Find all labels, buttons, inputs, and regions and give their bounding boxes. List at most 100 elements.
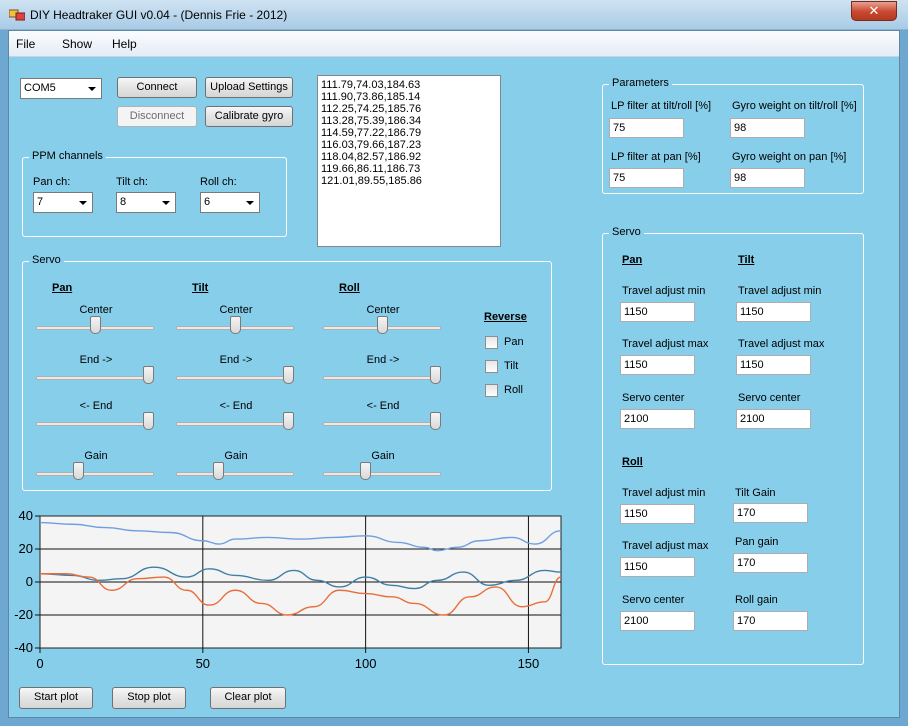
- tilt-gain-label: Tilt Gain: [735, 487, 776, 499]
- tilt-slider[interactable]: [176, 462, 294, 482]
- y-tick-label: 40: [19, 508, 33, 523]
- tilt-slider-label: Center: [219, 304, 253, 316]
- roll-channel-select[interactable]: 6: [200, 192, 260, 213]
- slider-thumb[interactable]: [360, 462, 371, 480]
- pan-servo-center-label: Servo center: [622, 392, 685, 404]
- start-plot-button[interactable]: Start plot: [19, 687, 93, 709]
- slider-thumb[interactable]: [143, 366, 154, 384]
- slider-thumb[interactable]: [283, 412, 294, 430]
- x-tick-label: 0: [36, 656, 43, 671]
- upload-settings-button[interactable]: Upload Settings: [205, 77, 293, 98]
- pan-slider[interactable]: [36, 366, 154, 386]
- pan-channel-select[interactable]: 7: [33, 192, 93, 213]
- gyro-weight-tiltroll-input[interactable]: 98: [730, 118, 805, 138]
- roll-servo-center-input[interactable]: 2100: [620, 611, 695, 631]
- x-tick-label: 150: [518, 656, 540, 671]
- slider-thumb[interactable]: [430, 366, 441, 384]
- tilt-slider-label: End ->: [219, 354, 253, 366]
- window-title: DIY Headtraker GUI v0.04 - (Dennis Frie …: [30, 8, 288, 22]
- tilt-slider[interactable]: [176, 316, 294, 336]
- sensor-plot: 0 50 100 150 40 20 0 -20 -40: [14, 508, 562, 671]
- pan-gain-input[interactable]: 170: [733, 553, 808, 573]
- roll-servo-center-label: Servo center: [622, 594, 685, 606]
- x-tick-label: 50: [196, 656, 210, 671]
- servo-settings-group: Servo Pan Tilt Travel adjust min Travel …: [602, 226, 864, 665]
- tilt-servo-center-label: Servo center: [738, 392, 801, 404]
- chevron-down-icon: [246, 201, 254, 205]
- pan-travel-min-label: Travel adjust min: [622, 285, 706, 297]
- y-tick-label: -20: [14, 607, 33, 622]
- slider-thumb[interactable]: [377, 316, 388, 334]
- roll-travel-min-input[interactable]: 1150: [620, 504, 695, 524]
- connect-button[interactable]: Connect: [117, 77, 197, 98]
- tilt-servo-center-input[interactable]: 2100: [736, 409, 811, 429]
- lp-filter-pan-label: LP filter at pan [%]: [611, 151, 701, 163]
- pan-travel-max-label: Travel adjust max: [622, 338, 709, 350]
- tilt-travel-min-input[interactable]: 1150: [736, 302, 811, 322]
- pan-column-header: Pan: [52, 282, 73, 294]
- slider-thumb[interactable]: [430, 412, 441, 430]
- pan-header: Pan: [622, 254, 643, 266]
- window-titlebar[interactable]: DIY Headtraker GUI v0.04 - (Dennis Frie …: [0, 0, 908, 30]
- roll-slider[interactable]: [323, 366, 441, 386]
- tilt-gain-input[interactable]: 170: [733, 503, 808, 523]
- slider-thumb[interactable]: [213, 462, 224, 480]
- roll-slider[interactable]: [323, 316, 441, 336]
- roll-channel-label: Roll ch:: [200, 176, 237, 188]
- y-tick-label: -40: [14, 640, 33, 655]
- roll-slider[interactable]: [323, 412, 441, 432]
- serial-log-list[interactable]: 111.79,74.03,184.63 111.90,73.86,185.14 11…: [317, 75, 501, 247]
- com-port-select[interactable]: COM5: [20, 78, 102, 99]
- y-tick-label: 0: [26, 574, 33, 589]
- tilt-channel-select[interactable]: 8: [116, 192, 176, 213]
- slider-track: [323, 376, 441, 380]
- tilt-slider[interactable]: [176, 412, 294, 432]
- clear-plot-button[interactable]: Clear plot: [210, 687, 286, 709]
- gyro-weight-pan-input[interactable]: 98: [730, 168, 805, 188]
- roll-header: Roll: [622, 456, 643, 468]
- close-window-button[interactable]: ✕: [851, 1, 897, 21]
- pan-travel-max-input[interactable]: 1150: [620, 355, 695, 375]
- roll-travel-max-input[interactable]: 1150: [620, 557, 695, 577]
- stop-plot-button[interactable]: Stop plot: [112, 687, 186, 709]
- com-port-value: COM5: [24, 82, 56, 94]
- menu-show[interactable]: Show: [62, 37, 92, 51]
- reverse-pan-checkbox[interactable]: [485, 336, 498, 349]
- slider-thumb[interactable]: [90, 316, 101, 334]
- reverse-title: Reverse: [484, 311, 527, 323]
- log-line: 114.59,77.22,186.79: [321, 127, 422, 139]
- menu-help[interactable]: Help: [112, 37, 137, 51]
- servo-settings-title: Servo: [609, 226, 644, 238]
- roll-slider[interactable]: [323, 462, 441, 482]
- menu-file[interactable]: File: [16, 37, 35, 51]
- tilt-travel-max-input[interactable]: 1150: [736, 355, 811, 375]
- pan-servo-center-input[interactable]: 2100: [620, 409, 695, 429]
- lp-filter-tiltroll-input[interactable]: 75: [609, 118, 684, 138]
- slider-thumb[interactable]: [143, 412, 154, 430]
- reverse-roll-checkbox[interactable]: [485, 384, 498, 397]
- disconnect-button[interactable]: Disconnect: [117, 106, 197, 127]
- pan-travel-min-input[interactable]: 1150: [620, 302, 695, 322]
- parameters-title: Parameters: [609, 77, 672, 89]
- slider-thumb[interactable]: [283, 366, 294, 384]
- log-line: 119.66,86.11,186.73: [321, 163, 421, 175]
- pan-slider[interactable]: [36, 316, 154, 336]
- roll-gain-input[interactable]: 170: [733, 611, 808, 631]
- reverse-pan-label: Pan: [504, 336, 524, 348]
- roll-travel-max-label: Travel adjust max: [622, 540, 709, 552]
- calibrate-gyro-button[interactable]: Calibrate gyro: [205, 106, 293, 127]
- pan-channel-label: Pan ch:: [33, 176, 71, 188]
- reverse-tilt-label: Tilt: [504, 360, 519, 372]
- slider-track: [36, 422, 154, 426]
- client-area: File Show Help COM5 Connect Upload Setti…: [8, 30, 900, 718]
- slider-thumb[interactable]: [230, 316, 241, 334]
- tilt-slider[interactable]: [176, 366, 294, 386]
- lp-filter-pan-input[interactable]: 75: [609, 168, 684, 188]
- reverse-tilt-checkbox[interactable]: [485, 360, 498, 373]
- slider-track: [176, 472, 294, 476]
- tilt-slider-label: <- End: [219, 400, 253, 412]
- pan-slider[interactable]: [36, 462, 154, 482]
- slider-thumb[interactable]: [73, 462, 84, 480]
- slider-track: [36, 472, 154, 476]
- pan-slider[interactable]: [36, 412, 154, 432]
